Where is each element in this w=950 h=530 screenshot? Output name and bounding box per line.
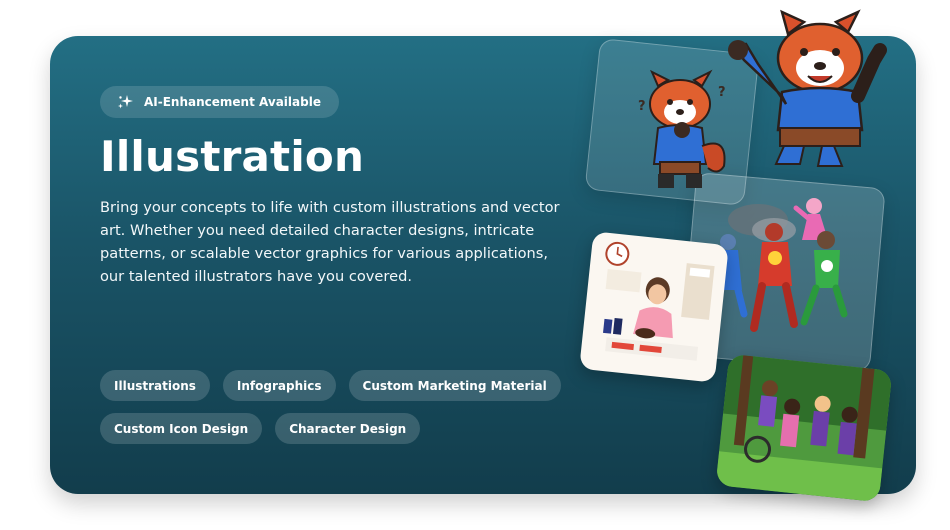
coffee-woman-illustration bbox=[579, 231, 729, 383]
tag-row: Custom Icon Design Character Design bbox=[100, 413, 570, 444]
ai-enhancement-badge: AI-Enhancement Available bbox=[100, 86, 339, 118]
tag-custom-icon-design[interactable]: Custom Icon Design bbox=[100, 413, 263, 444]
service-description: Bring your concepts to life with custom … bbox=[100, 199, 560, 285]
red-panda-waving-illustration bbox=[728, 9, 887, 167]
badge-label: AI-Enhancement Available bbox=[144, 95, 321, 109]
superhero-team-illustration bbox=[712, 198, 848, 332]
tag-row: Illustrations Infographics Custom Market… bbox=[100, 370, 570, 401]
tag-character-design[interactable]: Character Design bbox=[275, 413, 421, 444]
page-title: Illustration bbox=[100, 132, 365, 181]
kids-in-forest-illustration bbox=[715, 353, 893, 503]
red-panda-thinking-illustration: ? ? bbox=[638, 69, 726, 188]
svg-text:?: ? bbox=[638, 99, 646, 114]
sparkle-icon bbox=[116, 93, 134, 111]
tag-infographics[interactable]: Infographics bbox=[222, 370, 336, 401]
tag-custom-marketing-material[interactable]: Custom Marketing Material bbox=[348, 370, 561, 401]
tag-list: Illustrations Infographics Custom Market… bbox=[100, 370, 570, 456]
tag-illustrations[interactable]: Illustrations bbox=[100, 370, 210, 401]
